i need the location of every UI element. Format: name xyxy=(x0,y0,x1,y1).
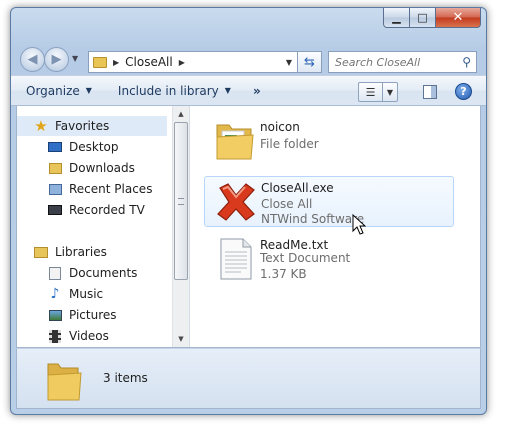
help-icon[interactable]: ? xyxy=(455,83,472,100)
libraries-icon xyxy=(33,244,49,260)
nav-music[interactable]: ♪ Music xyxy=(17,284,167,304)
command-bar: Organize ▼ Include in library ▼ » ☰ ▼ ? xyxy=(11,75,486,106)
forward-arrow-icon: ▶ xyxy=(51,52,62,67)
include-in-library-button[interactable]: Include in library ▼ xyxy=(107,76,242,105)
breadcrumb-closeall[interactable]: CloseAll xyxy=(125,55,173,69)
folder-icon xyxy=(216,124,254,160)
nav-music-label: Music xyxy=(69,287,104,301)
file-type: File folder xyxy=(260,137,319,151)
search-box[interactable]: ⚲ xyxy=(328,51,477,73)
organize-label: Organize xyxy=(26,83,80,98)
minimize-button[interactable]: ▁ xyxy=(383,8,410,28)
nav-recent-places[interactable]: Recent Places xyxy=(17,179,167,199)
nav-recorded-tv[interactable]: Recorded TV xyxy=(17,200,167,220)
search-input[interactable] xyxy=(335,55,453,69)
change-view-button[interactable]: ☰ xyxy=(358,82,383,102)
organize-button[interactable]: Organize ▼ xyxy=(11,76,103,105)
red-x-icon xyxy=(217,183,255,221)
chevron-down-icon: ▼ xyxy=(85,86,92,95)
recent-places-icon xyxy=(47,181,63,197)
chevron-down-icon: ▼ xyxy=(224,86,231,95)
nav-pane-scrollbar[interactable]: ▲ ▼ xyxy=(172,106,189,347)
nav-pictures[interactable]: Pictures xyxy=(17,305,167,325)
explorer-window: ▁ □ ✕ ◀ ▶ ▼ ▶ CloseAll ▶ ▼ ⇆ ⚲ Organize … xyxy=(10,7,487,415)
chevron-down-icon: ▼ xyxy=(386,87,394,97)
file-item-closeall-exe[interactable]: CloseAll.exe Close All NTWind Software xyxy=(204,176,454,227)
item-count: 3 items xyxy=(103,371,148,385)
text-document-icon xyxy=(220,238,252,280)
forward-button[interactable]: ▶ xyxy=(44,47,69,72)
file-item-readme-txt[interactable]: ReadMe.txt Text Document 1.37 KB xyxy=(204,234,454,284)
nav-libraries-label: Libraries xyxy=(55,245,107,259)
back-button[interactable]: ◀ xyxy=(20,47,45,72)
desktop-icon xyxy=(47,139,63,155)
caption-buttons: ▁ □ ✕ xyxy=(383,8,481,28)
file-name: CloseAll.exe xyxy=(261,181,334,195)
nav-documents-label: Documents xyxy=(69,266,138,280)
downloads-icon xyxy=(47,160,63,176)
back-arrow-icon: ◀ xyxy=(27,52,38,67)
close-button[interactable]: ✕ xyxy=(436,8,481,28)
music-icon: ♪ xyxy=(50,286,60,302)
pictures-icon xyxy=(47,307,63,323)
refresh-button[interactable]: ⇆ xyxy=(298,51,322,73)
file-type: Text Document xyxy=(260,251,351,265)
view-buttons: ☰ ▼ xyxy=(358,82,398,102)
preview-pane-icon[interactable] xyxy=(423,85,437,99)
file-size: 1.37 KB xyxy=(260,267,307,281)
nav-libraries[interactable]: Libraries xyxy=(17,242,167,262)
file-list: noicon File folder CloseAll.exe Close Al… xyxy=(190,106,480,347)
nav-downloads-label: Downloads xyxy=(69,161,135,175)
nav-desktop-label: Desktop xyxy=(69,140,119,154)
nav-videos[interactable]: Videos xyxy=(17,326,167,346)
nav-favorites-label: Favorites xyxy=(55,119,110,133)
videos-icon xyxy=(47,328,63,344)
star-icon: ★ xyxy=(34,117,48,135)
nav-recorded-tv-label: Recorded TV xyxy=(69,203,145,217)
file-description: Close All xyxy=(261,197,313,211)
nav-downloads[interactable]: Downloads xyxy=(17,158,167,178)
grip-icon xyxy=(178,198,184,205)
file-item-noicon[interactable]: noicon File folder xyxy=(204,116,454,166)
nav-videos-label: Videos xyxy=(69,329,109,343)
nav-recent-places-label: Recent Places xyxy=(69,182,153,196)
navigation-pane: ★ Favorites Desktop Downloads Recent Pla… xyxy=(17,106,172,347)
scroll-up-button[interactable]: ▲ xyxy=(173,106,189,122)
refresh-icon: ⇆ xyxy=(304,54,315,70)
view-options-dropdown[interactable]: ▼ xyxy=(383,82,398,102)
folder-icon xyxy=(47,363,82,401)
address-row: ◀ ▶ ▼ ▶ CloseAll ▶ ▼ ⇆ ⚲ xyxy=(11,43,486,73)
folder-icon xyxy=(93,56,107,68)
scroll-down-button[interactable]: ▼ xyxy=(173,331,189,347)
address-dropdown[interactable]: ▼ xyxy=(281,58,297,67)
more-commands-button[interactable]: » xyxy=(242,76,272,105)
recorded-tv-icon xyxy=(47,202,63,218)
search-icon[interactable]: ⚲ xyxy=(462,55,471,69)
recent-pages-dropdown[interactable]: ▼ xyxy=(72,54,78,63)
chevron-right-icon[interactable]: ▶ xyxy=(179,58,185,67)
nav-documents[interactable]: Documents xyxy=(17,263,167,283)
address-bar[interactable]: ▶ CloseAll ▶ ▼ xyxy=(88,51,298,73)
details-view-icon: ☰ xyxy=(365,85,376,99)
nav-favorites[interactable]: ★ Favorites xyxy=(17,116,167,136)
include-in-library-label: Include in library xyxy=(117,83,219,98)
chevron-right-icon[interactable]: ▶ xyxy=(113,58,119,67)
file-company: NTWind Software xyxy=(261,212,365,226)
nav-pictures-label: Pictures xyxy=(69,308,117,322)
content-area: ★ Favorites Desktop Downloads Recent Pla… xyxy=(16,106,481,348)
documents-icon xyxy=(47,265,63,281)
nav-desktop[interactable]: Desktop xyxy=(17,137,167,157)
maximize-button[interactable]: □ xyxy=(410,8,436,28)
file-name: ReadMe.txt xyxy=(260,238,329,252)
details-pane: 3 items xyxy=(16,348,481,409)
mouse-cursor-icon xyxy=(352,214,366,235)
scroll-thumb[interactable] xyxy=(174,122,188,280)
file-name: noicon xyxy=(260,120,300,134)
